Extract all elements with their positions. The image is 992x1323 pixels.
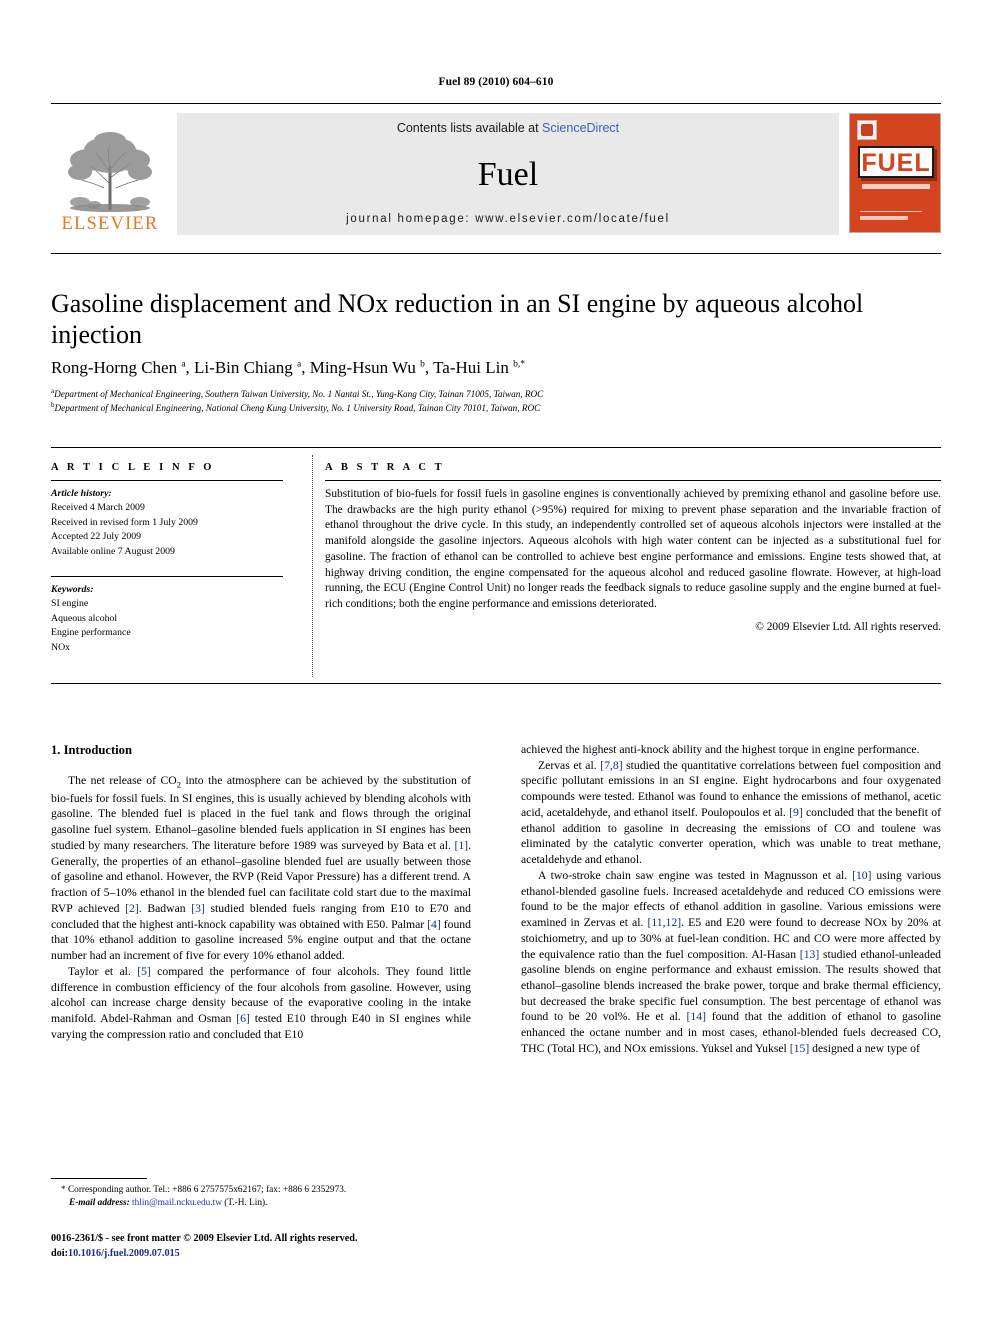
doi-link[interactable]: 10.1016/j.fuel.2009.07.015	[68, 1248, 180, 1259]
footnote-corresponding-text: Corresponding author. Tel.: +886 6 27575…	[67, 1185, 347, 1195]
issn-copyright-line: 0016-2361/$ - see front matter © 2009 El…	[51, 1233, 358, 1244]
citation-9[interactable]: [9]	[789, 806, 803, 819]
elsevier-wordmark: ELSEVIER	[61, 213, 159, 234]
section-heading-introduction: 1. Introduction	[51, 743, 132, 757]
history-revised: Received in revised form 1 July 2009	[51, 516, 198, 528]
abstract-copyright: © 2009 Elsevier Ltd. All rights reserved…	[755, 620, 941, 633]
elsevier-mark-icon	[857, 120, 877, 140]
history-accepted: Accepted 22 July 2009	[51, 531, 142, 543]
email-link[interactable]: thlin@mail.ncku.edu.tw	[132, 1198, 222, 1208]
citation-5[interactable]: [5]	[137, 965, 151, 978]
fuel-cover-thumbnail: FUEL	[849, 113, 941, 233]
abstract-rule	[325, 480, 941, 481]
rp2-a: Zervas et al.	[538, 758, 601, 772]
title-divider	[51, 253, 941, 254]
affiliation-b-text: Department of Mechanical Engineering, Na…	[54, 403, 541, 414]
article-history-label: Article history:	[51, 488, 112, 499]
p1-tail-b: . Badwan	[138, 901, 192, 915]
citation-7-8[interactable]: [7,8]	[600, 759, 622, 772]
footnote-corresponding-line: * Corresponding author. Tel.: +886 6 275…	[51, 1184, 471, 1197]
citation-4[interactable]: [4]	[427, 918, 441, 931]
p1-pre: The net release of CO	[68, 773, 177, 787]
citation-3[interactable]: [3]	[191, 902, 205, 915]
keyword-1: Aqueous alcohol	[51, 612, 118, 624]
citation-11-12[interactable]: [11,12]	[647, 916, 681, 929]
citation-14[interactable]: [14]	[687, 1010, 706, 1023]
p2-a: Taylor et al.	[68, 964, 138, 978]
doi-label: doi:	[51, 1247, 68, 1259]
journal-band: Contents lists available at ScienceDirec…	[177, 113, 839, 235]
abstract-heading: A B S T R A C T	[325, 462, 445, 473]
contents-available-line: Contents lists available at ScienceDirec…	[191, 121, 825, 135]
affiliations: aDepartment of Mechanical Engineering, S…	[51, 387, 911, 415]
keyword-2: Engine performance	[51, 627, 131, 639]
keywords-block: Keywords: SI engine Aqueous alcohol Engi…	[51, 576, 283, 655]
info-divider-bottom	[51, 683, 941, 684]
page-footer: 0016-2361/$ - see front matter © 2009 El…	[51, 1232, 521, 1261]
journal-title: Fuel	[477, 156, 539, 193]
keyword-3: NOx	[51, 641, 71, 653]
doi-line: doi:10.1016/j.fuel.2009.07.015	[51, 1247, 521, 1262]
elsevier-tree-icon	[58, 126, 162, 214]
affil-marker-a2: a	[297, 359, 302, 370]
keyword-0: SI engine	[51, 598, 89, 610]
citation-13[interactable]: [13]	[800, 948, 819, 961]
journal-homepage-link[interactable]: journal homepage: www.elsevier.com/locat…	[191, 213, 825, 225]
keywords-label: Keywords:	[51, 584, 94, 596]
paragraph-intro-3-continued: achieved the highest anti-knock ability …	[521, 743, 920, 756]
affiliation-b: bDepartment of Mechanical Engineering, N…	[51, 401, 911, 415]
history-received: Received 4 March 2009	[51, 502, 145, 514]
affiliation-a-text: Department of Mechanical Engineering, So…	[54, 389, 544, 400]
cover-subtitle-bar	[862, 184, 930, 189]
journal-masthead: ELSEVIER Contents lists available at Sci…	[51, 103, 941, 235]
cover-footer-bar	[860, 216, 908, 220]
citation-10[interactable]: [10]	[852, 869, 871, 882]
author-list: Rong-Horng Chen a, Li-Bin Chiang a, Ming…	[51, 358, 526, 377]
page-title: Gasoline displacement and NOx reduction …	[51, 289, 864, 350]
contents-prefix: Contents lists available at	[396, 121, 543, 135]
rp3-f: designed a new type of	[809, 1041, 920, 1055]
cover-footer-rule	[860, 211, 922, 212]
body-column-right: achieved the highest anti-knock ability …	[521, 742, 941, 1057]
footnote-rule	[51, 1178, 147, 1179]
history-online: Available online 7 August 2009	[51, 545, 175, 557]
article-info-rule	[51, 480, 283, 481]
paragraph-intro-5: A two-stroke chain saw engine was tested…	[521, 868, 941, 1057]
running-head: Fuel 89 (2010) 604–610	[438, 76, 554, 88]
corresponding-author-footnote: * Corresponding author. Tel.: +886 6 275…	[51, 1178, 471, 1211]
citation-15[interactable]: [15]	[790, 1042, 809, 1055]
keywords-rule	[51, 576, 283, 578]
affil-marker-b: b	[420, 359, 425, 370]
info-abstract-separator	[312, 455, 313, 677]
article-info-column: A R T I C L E I N F O Article history: R…	[51, 462, 283, 655]
rp3-a: A two-stroke chain saw engine was tested…	[538, 868, 853, 882]
abstract-text: Substitution of bio-fuels for fossil fue…	[325, 488, 941, 611]
citation-6[interactable]: [6]	[236, 1012, 250, 1025]
citation-2[interactable]: [2]	[125, 902, 139, 915]
info-divider-top	[51, 447, 941, 448]
journal-article-page: Fuel 89 (2010) 604–610 ELSEVIER Contents…	[0, 0, 992, 1323]
article-info-heading: A R T I C L E I N F O	[51, 462, 215, 473]
cover-wordmark: FUEL	[858, 146, 934, 178]
footnote-marker: *	[61, 1185, 66, 1195]
paragraph-intro-1: The net release of CO2 into the atmosphe…	[51, 773, 471, 964]
email-label: E-mail address:	[69, 1198, 130, 1209]
paragraph-intro-2: Taylor et al. [5] compared the performan…	[51, 964, 471, 1043]
sciencedirect-link[interactable]: ScienceDirect	[542, 121, 619, 135]
footnote-email-line: E-mail address: thlin@mail.ncku.edu.tw (…	[51, 1197, 471, 1210]
paragraph-intro-4: Zervas et al. [7,8] studied the quantita…	[521, 758, 941, 868]
abstract-column: A B S T R A C T Substitution of bio-fuel…	[325, 462, 941, 633]
email-owner: (T.-H. Lin).	[224, 1198, 268, 1209]
affil-marker-a: a	[181, 359, 186, 370]
affiliation-a: aDepartment of Mechanical Engineering, S…	[51, 387, 911, 401]
citation-1[interactable]: [1]	[454, 839, 468, 852]
affil-marker-b-star: b,*	[513, 359, 526, 370]
body-column-left: 1. Introduction The net release of CO2 i…	[51, 742, 471, 1042]
elsevier-logo: ELSEVIER	[51, 113, 169, 235]
